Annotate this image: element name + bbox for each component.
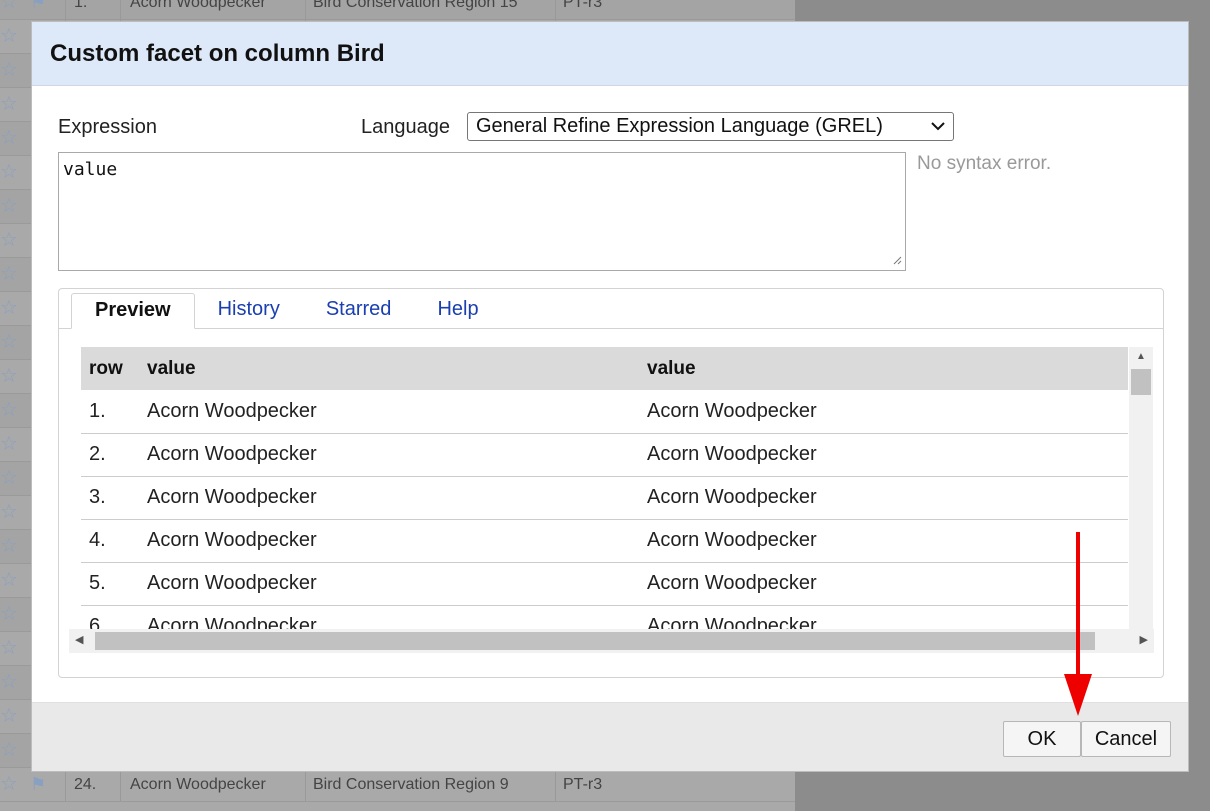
- background-row: ☆ ⚑ 1. Acorn Woodpecker Bird Conservation Re…: [0, 0, 795, 20]
- table-cell: Acorn Woodpecker: [139, 390, 639, 434]
- language-select[interactable]: General Refine Expression Language (GREL…: [467, 112, 954, 141]
- table-cell: Acorn Woodpecker: [139, 562, 639, 606]
- table-cell: Acorn Woodpecker: [139, 476, 639, 520]
- ok-button[interactable]: OK: [1003, 721, 1081, 757]
- table-cell: Acorn Woodpecker: [639, 476, 1128, 520]
- preview-column-header: row: [81, 347, 139, 390]
- tab-starred[interactable]: Starred: [303, 293, 415, 329]
- star-icon: ☆: [0, 229, 18, 251]
- preview-column-header: value: [639, 347, 1128, 390]
- table-cell: Acorn Woodpecker: [639, 390, 1128, 434]
- tab-help[interactable]: Help: [414, 293, 501, 329]
- star-icon: ☆: [0, 331, 18, 353]
- preview-table: row value value 1. Acorn Woodpecker Acorn Wo…: [81, 347, 1128, 647]
- star-icon: ☆: [0, 93, 18, 115]
- star-icon: ☆: [0, 297, 18, 319]
- dialog-title: Custom facet on column Bird: [50, 39, 385, 67]
- dialog-footer: OK Cancel: [32, 702, 1188, 771]
- syntax-status: No syntax error.: [917, 153, 1052, 174]
- star-icon: ☆: [0, 161, 18, 183]
- table-cell: 1.: [81, 390, 139, 434]
- preview-scroll-area[interactable]: row value value 1. Acorn Woodpecker Acorn Wo…: [81, 347, 1154, 647]
- star-icon: ☆: [0, 705, 18, 727]
- star-icon: ☆: [0, 467, 18, 489]
- table-cell: 3.: [81, 476, 139, 520]
- preview-column-header: value: [139, 347, 639, 390]
- flag-icon: ⚑: [30, 774, 47, 794]
- star-icon: ☆: [0, 195, 18, 217]
- table-row: 3. Acorn Woodpecker Acorn Woodpecker: [81, 476, 1128, 520]
- table-cell: Acorn Woodpecker: [139, 519, 639, 563]
- star-icon: ☆: [0, 501, 18, 523]
- star-icon: ☆: [0, 637, 18, 659]
- expression-text: value: [63, 159, 118, 180]
- star-icon: ☆: [0, 603, 18, 625]
- star-icon: ☆: [0, 399, 18, 421]
- table-cell: 2.: [81, 433, 139, 477]
- expression-label: Expression: [58, 116, 157, 138]
- tabs-panel: Preview History Starred Help row value value …: [58, 288, 1164, 678]
- table-row: 2. Acorn Woodpecker Acorn Woodpecker: [81, 433, 1128, 477]
- tab-history[interactable]: History: [195, 293, 303, 329]
- background-cell: PT-r3: [563, 776, 603, 793]
- background-cell: PT-r3: [563, 0, 603, 11]
- star-icon: ☆: [0, 671, 18, 693]
- horizontal-scrollbar[interactable]: ◀ ▶: [69, 629, 1154, 653]
- background-cell: Acorn Woodpecker: [130, 776, 266, 793]
- preview-tab-content: row value value 1. Acorn Woodpecker Acorn Wo…: [59, 328, 1163, 677]
- table-cell: Acorn Woodpecker: [639, 433, 1128, 477]
- table-cell: Acorn Woodpecker: [639, 519, 1128, 563]
- dialog-header: Custom facet on column Bird: [32, 22, 1188, 86]
- expression-input[interactable]: value: [58, 152, 906, 271]
- table-cell: Acorn Woodpecker: [139, 433, 639, 477]
- scroll-up-icon[interactable]: ▲: [1129, 351, 1153, 362]
- table-row: 1. Acorn Woodpecker Acorn Woodpecker: [81, 390, 1128, 434]
- cancel-button[interactable]: Cancel: [1081, 721, 1171, 757]
- table-row: 4. Acorn Woodpecker Acorn Woodpecker: [81, 519, 1128, 563]
- annotation-arrow-icon: [1064, 532, 1092, 716]
- background-cell: 24.: [74, 776, 97, 793]
- table-row: 5. Acorn Woodpecker Acorn Woodpecker: [81, 562, 1128, 606]
- star-icon: ☆: [0, 773, 18, 795]
- star-icon: ☆: [0, 569, 18, 591]
- custom-facet-dialog: Custom facet on column Bird Expression L…: [31, 21, 1189, 772]
- star-icon: ☆: [0, 127, 18, 149]
- tab-bar: Preview History Starred Help: [71, 293, 502, 329]
- language-label: Language: [361, 116, 450, 138]
- vertical-scroll-thumb[interactable]: [1131, 369, 1151, 395]
- preview-header-row: row value value: [81, 347, 1128, 390]
- background-cell: Bird Conservation Region 9: [313, 776, 509, 793]
- vertical-scrollbar[interactable]: ▲ ▼: [1129, 347, 1153, 647]
- background-row: ☆ ⚑ 24. Acorn Woodpecker Bird Conservation R…: [0, 768, 795, 802]
- chevron-down-icon: [931, 118, 945, 136]
- star-icon: ☆: [0, 433, 18, 455]
- star-icon: ☆: [0, 739, 18, 761]
- star-icon: ☆: [0, 25, 18, 47]
- language-select-value: General Refine Expression Language (GREL…: [476, 115, 883, 137]
- star-icon: ☆: [0, 59, 18, 81]
- preview-body: 1. Acorn Woodpecker Acorn Woodpecker 2. Acor…: [81, 390, 1128, 647]
- background-cell: Acorn Woodpecker: [130, 0, 266, 11]
- table-cell: 5.: [81, 562, 139, 606]
- flag-icon: ⚑: [30, 0, 47, 12]
- table-cell: 4.: [81, 519, 139, 563]
- scroll-right-icon[interactable]: ▶: [1140, 633, 1148, 646]
- tab-preview[interactable]: Preview: [71, 293, 195, 329]
- table-cell: Acorn Woodpecker: [639, 562, 1128, 606]
- star-icon: ☆: [0, 263, 18, 285]
- background-cell: 1.: [74, 0, 88, 11]
- scroll-left-icon[interactable]: ◀: [75, 633, 83, 646]
- star-icon: ☆: [0, 365, 18, 387]
- background-cell: Bird Conservation Region 15: [313, 0, 518, 11]
- star-icon: ☆: [0, 535, 18, 557]
- resize-grip-icon[interactable]: [892, 255, 902, 268]
- star-icon: ☆: [0, 0, 18, 13]
- horizontal-scroll-thumb[interactable]: [95, 632, 1095, 650]
